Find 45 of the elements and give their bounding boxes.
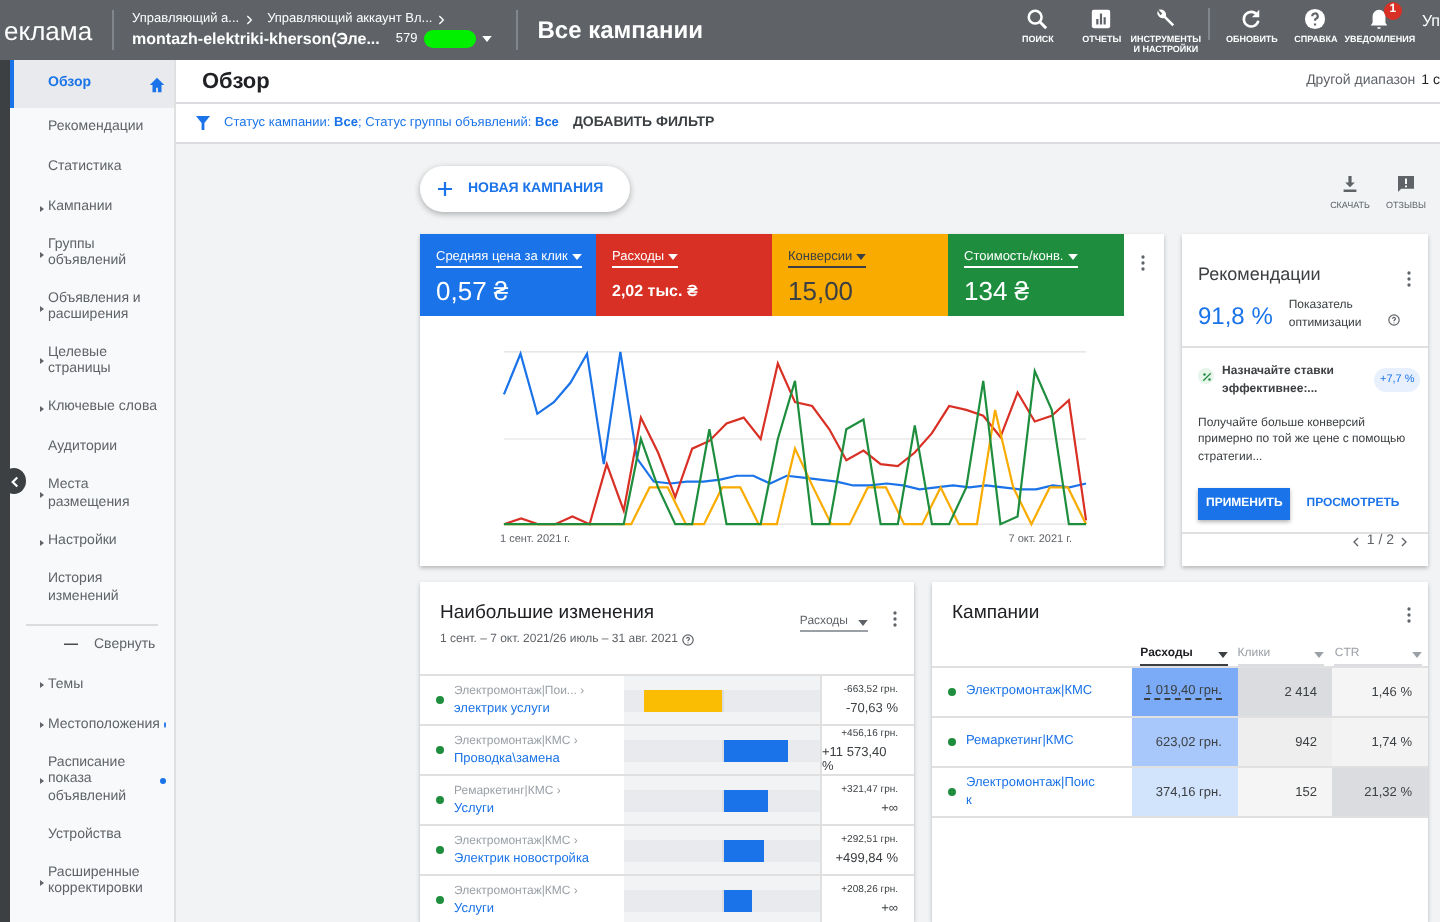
plus-icon — [438, 182, 452, 196]
caret-icon — [1067, 254, 1078, 260]
metric-value: 15,00 — [788, 276, 856, 306]
percent-icon — [1198, 368, 1214, 385]
download-icon — [1342, 176, 1358, 192]
feedback-icon — [1398, 176, 1414, 192]
caret-icon — [856, 254, 867, 260]
search-icon — [1026, 8, 1049, 30]
caret-icon — [1314, 651, 1325, 657]
refresh-icon — [1240, 8, 1263, 30]
caret-icon — [668, 254, 679, 260]
chevron-icon — [438, 13, 447, 25]
bell-icon — [1368, 8, 1391, 30]
more-options-icon[interactable] — [1406, 606, 1412, 624]
page-heading: Обзор — [202, 69, 270, 94]
account-name[interactable]: montazh-elektriki-kherson(Эле... — [132, 30, 380, 48]
caret-icon — [858, 619, 868, 625]
page-title: Все кампании — [535, 16, 704, 44]
metric-value: 2,02 тыс. ₴ — [612, 280, 700, 300]
more-options-icon[interactable] — [1140, 254, 1146, 272]
filter-icon[interactable] — [196, 116, 210, 131]
card-title: Рекомендации — [1198, 262, 1321, 288]
app-title: еклама — [4, 15, 95, 45]
caret-icon[interactable] — [481, 36, 492, 42]
more-options-icon[interactable] — [1406, 270, 1412, 288]
wrench-icon — [1154, 8, 1177, 30]
caret-icon — [1217, 651, 1228, 657]
chevron-icon — [9, 475, 19, 487]
card-title: Кампании — [952, 602, 1042, 624]
metric-value: 0,57 ₴ — [436, 276, 511, 306]
previous-icon[interactable] — [1352, 535, 1361, 547]
help-icon[interactable] — [1388, 314, 1401, 327]
home-icon — [148, 75, 166, 93]
caret-icon — [571, 254, 582, 260]
more-options-icon[interactable] — [892, 610, 898, 628]
next-icon[interactable] — [1400, 535, 1408, 547]
card-title: Наибольшие изменения — [440, 602, 657, 624]
chevron-icon — [245, 13, 254, 25]
caret-icon — [1411, 651, 1422, 657]
help-icon — [1304, 8, 1327, 30]
help-icon[interactable] — [681, 634, 694, 646]
bar-chart-icon — [1090, 8, 1113, 30]
optimization-score: 91,8 % — [1198, 301, 1273, 330]
metric-value: 134 ₴ — [964, 276, 1032, 306]
redaction-mark — [423, 30, 476, 48]
